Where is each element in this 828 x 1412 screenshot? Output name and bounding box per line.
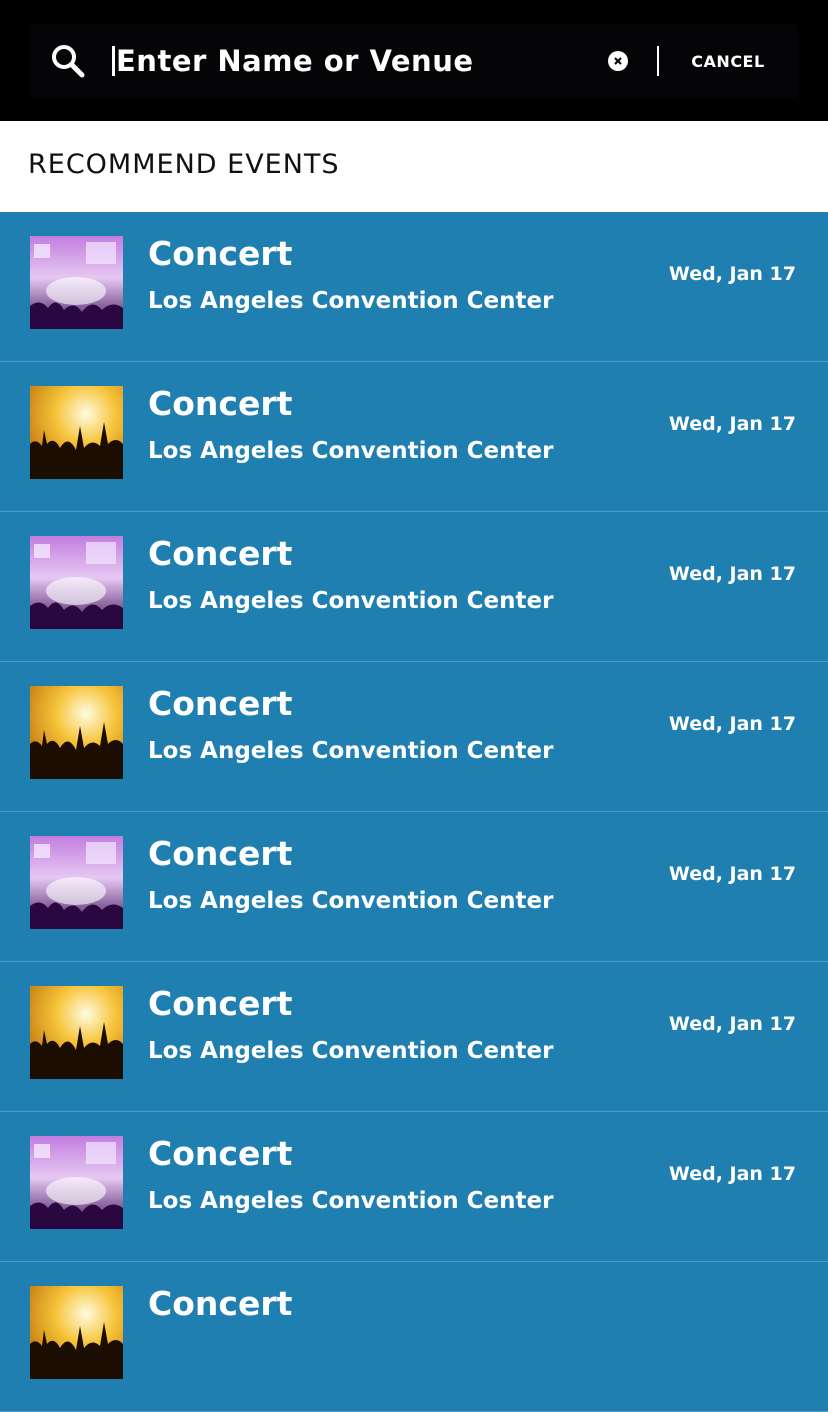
event-row[interactable]: Concert Los Angeles Convention Center We… [0,512,828,662]
event-title: Concert [148,1134,293,1173]
event-date: Wed, Jan 17 [668,1163,796,1185]
search-divider [657,46,659,76]
search-input[interactable] [116,38,586,84]
event-title: Concert [148,384,293,423]
event-venue: Los Angeles Convention Center [148,288,554,314]
event-row[interactable]: Concert Los Angeles Convention Center We… [0,962,828,1112]
event-list: Concert Los Angeles Convention Center We… [0,212,828,1412]
search-box[interactable]: CANCEL [30,24,798,98]
event-venue: Los Angeles Convention Center [148,588,554,614]
event-thumbnail [30,1136,123,1229]
event-row[interactable]: Concert Los Angeles Convention Center We… [0,362,828,512]
event-venue: Los Angeles Convention Center [148,1188,554,1214]
event-date: Wed, Jan 17 [668,563,796,585]
event-venue: Los Angeles Convention Center [148,438,554,464]
search-icon [52,45,85,78]
event-date: Wed, Jan 17 [668,413,796,435]
event-date: Wed, Jan 17 [668,713,796,735]
event-venue: Los Angeles Convention Center [148,1038,554,1064]
event-date: Wed, Jan 17 [668,1013,796,1035]
event-thumbnail [30,236,123,329]
text-caret [112,46,115,76]
event-row[interactable]: Concert Los Angeles Convention Center We… [0,1112,828,1262]
event-title: Concert [148,234,293,273]
section-title: RECOMMEND EVENTS [28,149,340,180]
event-title: Concert [148,1284,293,1323]
event-title: Concert [148,834,293,873]
event-thumbnail [30,386,123,479]
event-row[interactable]: Concert Los Angeles Convention Center We… [0,662,828,812]
event-thumbnail [30,536,123,629]
event-row[interactable]: Concert [0,1262,828,1412]
event-thumbnail [30,836,123,929]
top-bar: CANCEL [0,0,828,121]
event-venue: Los Angeles Convention Center [148,888,554,914]
event-thumbnail [30,686,123,779]
event-thumbnail [30,1286,123,1379]
event-venue: Los Angeles Convention Center [148,738,554,764]
event-title: Concert [148,684,293,723]
event-row[interactable]: Concert Los Angeles Convention Center We… [0,212,828,362]
event-title: Concert [148,534,293,573]
clear-circle-icon [614,57,622,65]
event-row[interactable]: Concert Los Angeles Convention Center We… [0,812,828,962]
event-date: Wed, Jan 17 [668,263,796,285]
clear-search-button[interactable] [608,51,628,71]
event-date: Wed, Jan 17 [668,863,796,885]
cancel-button[interactable]: CANCEL [678,48,778,76]
event-thumbnail [30,986,123,1079]
event-title: Concert [148,984,293,1023]
section-header: RECOMMEND EVENTS [0,121,828,212]
